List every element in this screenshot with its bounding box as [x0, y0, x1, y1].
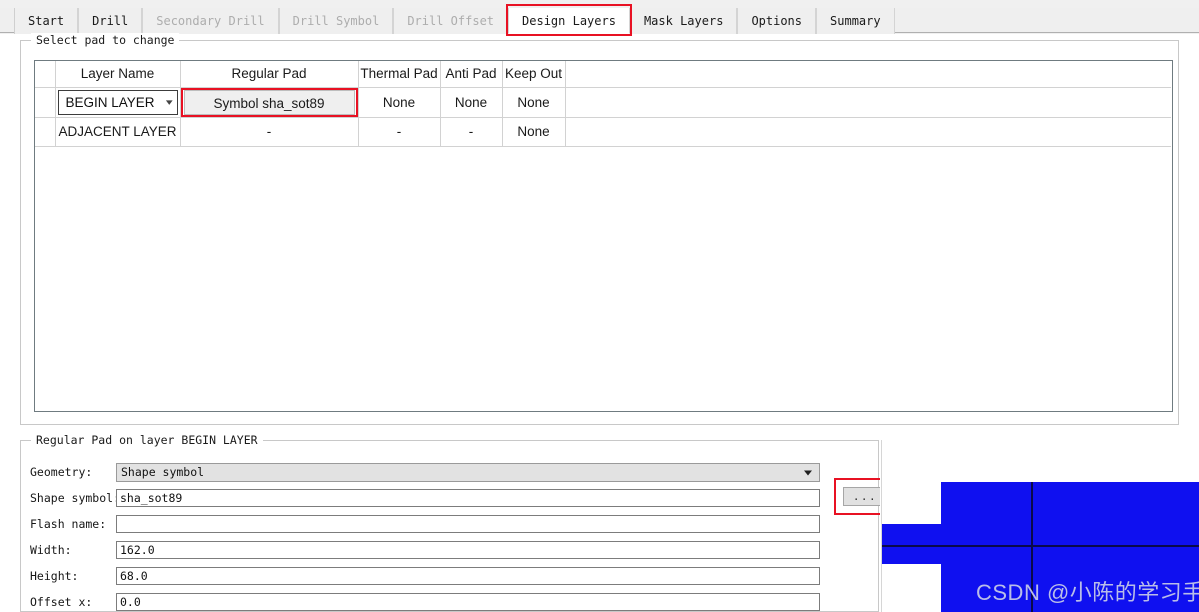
geometry-control: Shape symbol [116, 463, 820, 482]
form-row-offset-x: Offset x: [21, 589, 880, 612]
cell-layer-name[interactable]: BEGIN LAYER ▾ [55, 87, 181, 118]
tab-secondary-drill: Secondary Drill [142, 8, 279, 34]
pad-table: Layer Name Regular Pad Thermal Pad Anti … [35, 61, 1171, 147]
width-control [116, 541, 820, 559]
tab-label: Mask Layers [643, 14, 724, 28]
select-pad-group-title: Select pad to change [31, 33, 180, 47]
tab-start[interactable]: Start [14, 8, 79, 34]
cell-regular-pad[interactable]: Symbol sha_sot89 [180, 87, 359, 118]
tab-label: Drill [92, 14, 129, 28]
width-label: Width: [30, 543, 72, 557]
layer-name-value: BEGIN LAYER [65, 94, 155, 110]
tab-label: Drill Symbol [292, 14, 380, 28]
tab-options[interactable]: Options [737, 8, 817, 34]
tab-label: Design Layers [522, 13, 616, 28]
pad-shape-preview: CSDN @小陈的学习手册 [880, 440, 1199, 612]
tab-label: Start [28, 14, 65, 28]
pad-table-body: BEGIN LAYER ▾ Symbol sha_sot89 None None… [35, 87, 1171, 147]
table-header-anti-pad: Anti Pad [440, 61, 503, 88]
pad-table-head: Layer Name Regular Pad Thermal Pad Anti … [35, 61, 1171, 88]
geometry-value: Shape symbol [121, 465, 205, 479]
table-header-row: Layer Name Regular Pad Thermal Pad Anti … [35, 61, 1171, 88]
chevron-down-icon: ▾ [165, 96, 173, 107]
form-row-flash-name: Flash name: [21, 511, 880, 537]
pad-shape-lead [882, 524, 962, 564]
table-header-keep-out: Keep Out [502, 61, 566, 88]
shape-symbol-control [116, 489, 820, 507]
cell-anti-pad[interactable]: - [440, 117, 503, 147]
height-control [116, 567, 820, 585]
form-row-height: Height: [21, 563, 880, 589]
table-row[interactable]: ADJACENT LAYER - - - None [35, 117, 1171, 147]
table-header-thermal-pad: Thermal Pad [358, 61, 441, 88]
table-header-spacer [35, 61, 56, 88]
geometry-dropdown[interactable]: Shape symbol [116, 463, 820, 482]
shape-symbol-input[interactable] [116, 489, 820, 507]
tab-label: Summary [830, 14, 881, 28]
height-input[interactable] [116, 567, 820, 585]
flash-name-control [116, 515, 820, 533]
tab-mask-layers[interactable]: Mask Layers [629, 8, 738, 34]
tab-list: Start Drill Secondary Drill Drill Symbol… [14, 4, 895, 36]
offset-x-control [116, 593, 820, 611]
offset-x-input[interactable] [116, 593, 820, 611]
width-input[interactable] [116, 541, 820, 559]
cell-thermal-pad[interactable]: - [358, 117, 441, 147]
geometry-label: Geometry: [30, 465, 93, 479]
table-header-filler [565, 61, 1171, 88]
form-row-shape-symbol: Shape symbol: ... [21, 478, 896, 515]
flash-name-label: Flash name: [30, 517, 107, 531]
regular-pad-group: Regular Pad on layer BEGIN LAYER Geometr… [20, 433, 896, 612]
tab-drill-symbol: Drill Symbol [278, 8, 394, 34]
cell-filler [565, 87, 1171, 118]
row-spacer-cell [35, 87, 56, 118]
table-row[interactable]: BEGIN LAYER ▾ Symbol sha_sot89 None None… [35, 87, 1171, 118]
offset-x-label: Offset x: [30, 595, 93, 609]
regular-pad-value: Symbol sha_sot89 [183, 89, 355, 115]
form-row-geometry: Geometry: Shape symbol [21, 459, 880, 485]
tab-bar: Start Drill Secondary Drill Drill Symbol… [0, 0, 1199, 36]
height-label: Height: [30, 569, 79, 583]
shape-symbol-label: Shape symbol: [30, 491, 121, 505]
csdn-watermark: CSDN @小陈的学习手册 [976, 580, 1199, 605]
select-pad-group: Select pad to change Layer Name Regular … [20, 33, 1179, 425]
cell-regular-pad[interactable]: - [180, 117, 359, 147]
tab-drill-offset: Drill Offset [393, 8, 509, 34]
tab-label: Secondary Drill [156, 14, 265, 28]
tab-label: Options [751, 14, 803, 28]
row-spacer-cell [35, 117, 56, 147]
form-row-width: Width: [21, 537, 880, 563]
cell-layer-name: ADJACENT LAYER [55, 117, 181, 147]
tab-summary[interactable]: Summary [816, 8, 895, 34]
regular-pad-group-title: Regular Pad on layer BEGIN LAYER [31, 433, 263, 447]
cell-filler [565, 117, 1171, 147]
tab-drill[interactable]: Drill [78, 8, 143, 34]
chevron-down-icon [804, 470, 812, 475]
pad-table-panel: Layer Name Regular Pad Thermal Pad Anti … [34, 60, 1173, 412]
cell-keep-out[interactable]: None [502, 117, 566, 147]
cell-keep-out[interactable]: None [502, 87, 566, 118]
table-header-regular-pad: Regular Pad [180, 61, 359, 88]
tab-design-layers[interactable]: Design Layers [506, 4, 632, 36]
regular-pad-form: Geometry: Shape symbol Shape symbol: ...… [21, 459, 896, 612]
layer-name-dropdown[interactable]: BEGIN LAYER ▾ [57, 89, 178, 115]
flash-name-input[interactable] [116, 515, 820, 533]
table-header-layer-name: Layer Name [55, 61, 181, 88]
cell-thermal-pad[interactable]: None [358, 87, 441, 118]
tab-label: Drill Offset [407, 14, 495, 28]
application-window: Start Drill Secondary Drill Drill Symbol… [0, 0, 1199, 612]
crosshair-horizontal [882, 545, 1199, 547]
cell-anti-pad[interactable]: None [440, 87, 503, 118]
